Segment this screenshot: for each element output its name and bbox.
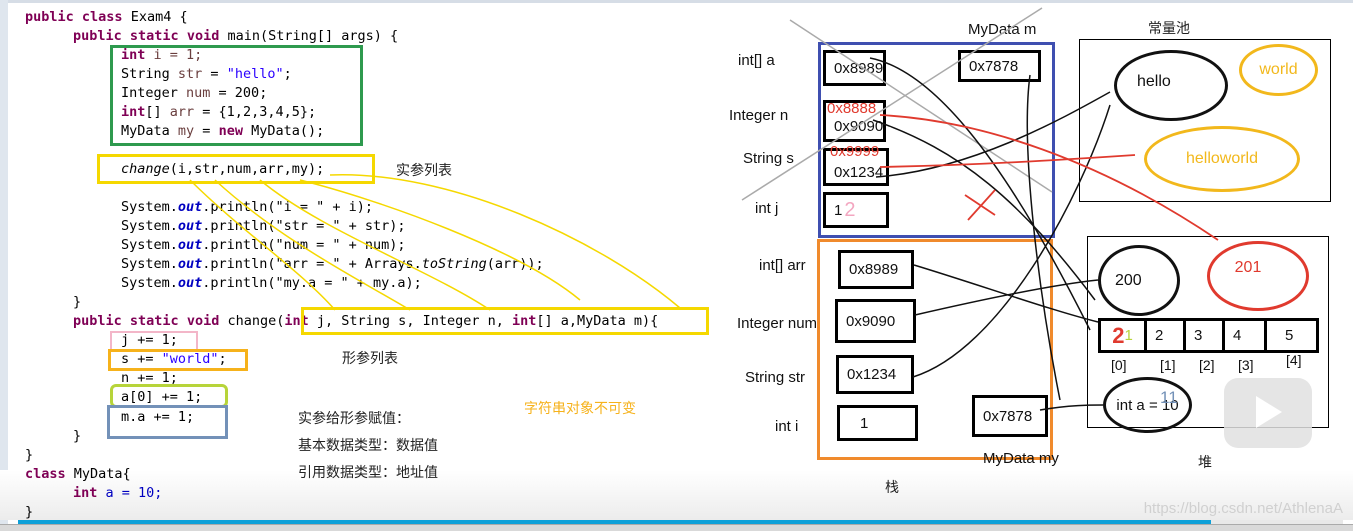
integer-200-object: 200: [1098, 245, 1180, 316]
code-print-i: System.out.println("i = " + i);: [121, 199, 373, 215]
index-1: [1]: [1160, 357, 1176, 373]
var-str-label: String str: [745, 369, 806, 386]
param-m-label: MyData m: [968, 21, 1037, 38]
mydata-field-new-value: 11: [1160, 388, 1178, 407]
code-print-my: System.out.println("my.a = " + my.a);: [121, 275, 422, 291]
array-cell-1: 2: [1144, 318, 1186, 353]
var-i-label: int i: [775, 418, 799, 435]
integer-201-object: 201: [1207, 241, 1309, 311]
var-arr-cell: 0x8989: [838, 250, 914, 289]
stmt-s-highlight: [108, 349, 248, 371]
world-string-object: world: [1239, 44, 1318, 96]
top-bar: [0, 0, 1353, 3]
param-n-new-value: 0x8888: [827, 100, 877, 117]
formal-params-label: 形参列表: [342, 351, 398, 367]
code-close-class: }: [25, 447, 34, 463]
code-print-num: System.out.println("num = " + num);: [121, 237, 406, 253]
primitive-rule: 基本数据类型：数据值: [298, 438, 438, 454]
string-immutable-note: 字符串对象不可变: [524, 401, 636, 417]
index-2: [2]: [1199, 357, 1215, 373]
code-close-main: }: [73, 294, 82, 310]
heap-label: 堆: [1198, 455, 1212, 471]
index-3: [3]: [1238, 357, 1254, 373]
var-arr-label: int[] arr: [759, 257, 806, 274]
code-class-mydata: class MyData{: [25, 466, 131, 482]
param-s-new-value: 0x9999: [830, 143, 880, 160]
code-print-str: System.out.println("str = " + str);: [121, 218, 406, 234]
code-close-change: }: [73, 428, 82, 444]
code-line-class: public class Exam4 {: [25, 9, 188, 25]
declarations-highlight-box: [110, 45, 363, 146]
var-str-cell: 0x1234: [836, 355, 914, 394]
constant-pool-title: 常量池: [1148, 21, 1190, 37]
array-cell-4: 5: [1264, 318, 1319, 353]
formal-params-box: [301, 307, 709, 335]
index-4: [4]: [1286, 352, 1302, 368]
var-my-cell: 0x7878: [972, 395, 1048, 437]
index-0: [0]: [1111, 357, 1127, 373]
actual-params-label: 实参列表: [396, 163, 452, 179]
heap-array: 21 2 3 4 5: [1098, 318, 1319, 353]
stack-label: 栈: [885, 480, 899, 496]
array-cell-2: 3: [1183, 318, 1225, 353]
stmt-m-highlight: [107, 405, 228, 439]
video-play-button[interactable]: [1224, 378, 1312, 448]
reference-rule: 引用数据类型：地址值: [298, 465, 438, 481]
actual-params-box: [97, 154, 375, 184]
param-a-cell: 0x8989: [823, 50, 886, 86]
stmt-j-highlight: [110, 331, 198, 351]
editor-gutter: [0, 0, 8, 530]
array-cell-3: 4: [1222, 318, 1267, 353]
hello-string-object: hello: [1114, 50, 1228, 121]
var-my-label: MyData my: [983, 450, 1059, 467]
var-num-label: Integer num: [737, 315, 818, 332]
param-n-label: Integer n: [729, 107, 789, 124]
play-icon: [1256, 396, 1282, 428]
param-m-cell: 0x7878: [958, 50, 1041, 82]
mydata-object: int a = 10: [1103, 377, 1192, 433]
var-num-cell: 0x9090: [835, 299, 916, 343]
watermark: https://blog.csdn.net/AthlenaA: [1143, 500, 1343, 517]
param-j-cell: 12: [823, 192, 889, 228]
var-i-cell: 1: [837, 405, 918, 441]
assign-rule-title: 实参给形参赋值：: [298, 411, 410, 427]
param-j-label: int j: [755, 200, 779, 217]
helloworld-string-object: helloworld: [1144, 126, 1300, 192]
array-cell-0: 21: [1098, 318, 1147, 353]
code-field-a: int a = 10;: [73, 485, 163, 501]
param-a-label: int[] a: [738, 52, 775, 69]
param-s-label: String s: [743, 150, 794, 167]
code-line-main: public static void main(String[] args) {: [73, 28, 399, 44]
code-print-arr: System.out.println("arr = " + Arrays.toS…: [121, 256, 544, 272]
